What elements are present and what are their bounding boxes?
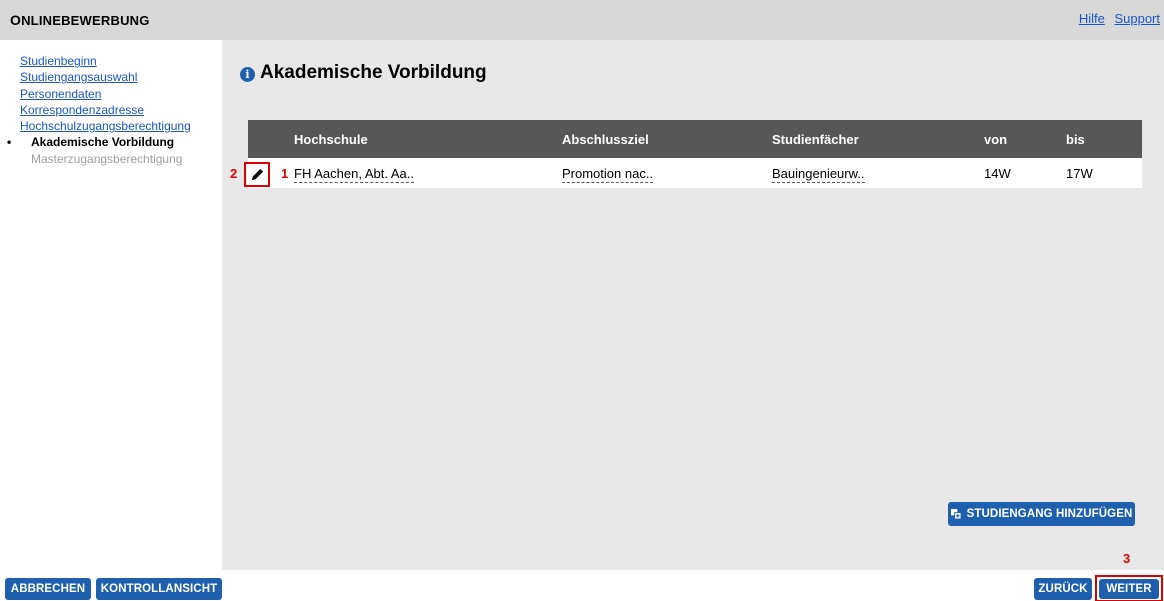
pencil-icon [251, 168, 263, 181]
header-links: Hilfe Support [1073, 11, 1160, 26]
cancel-button[interactable]: Abbrechen [5, 578, 91, 600]
back-button[interactable]: Zurück [1034, 578, 1092, 600]
cell-studienfaecher[interactable]: Bauingenieurw.. [772, 165, 865, 183]
sidebar-item-korrespondenzadresse[interactable]: Korrespondenzadresse [20, 102, 222, 118]
main-content: i Akademische Vorbildung Hochschule Absc… [222, 40, 1164, 570]
cell-von: 14W [984, 165, 1011, 181]
info-icon[interactable]: i [240, 66, 255, 82]
page-title: i Akademische Vorbildung [240, 62, 487, 84]
sidebar-item-studienbeginn[interactable]: Studienbeginn [20, 53, 222, 69]
sidebar-item-studiengangsauswahl[interactable]: Studiengangsauswahl [20, 69, 222, 85]
col-header-bis: bis [1066, 131, 1085, 147]
education-table: Hochschule Abschlussziel Studienfächer v… [248, 120, 1142, 188]
sidebar-item-akademische-vorbildung: Akademische Vorbildung [7, 134, 222, 151]
sidebar-nav: Studienbeginn Studiengangsauswahl Person… [0, 40, 222, 570]
cell-hochschule[interactable]: FH Aachen, Abt. Aa.. [294, 165, 414, 183]
app-title: Onlinebewerbung [10, 12, 150, 28]
col-header-abschlussziel: Abschlussziel [562, 131, 649, 147]
support-link[interactable]: Support [1114, 11, 1160, 26]
col-header-hochschule: Hochschule [294, 131, 368, 147]
row-number: 1 [281, 165, 289, 181]
page-title-text: Akademische Vorbildung [260, 62, 487, 83]
cell-abschlussziel[interactable]: Promotion nac.. [562, 165, 654, 183]
table-row: 1 FH Aachen, Abt. Aa.. Promotion nac.. B… [248, 158, 1142, 188]
table-header-row: Hochschule Abschlussziel Studienfächer v… [248, 120, 1142, 158]
add-icon [950, 509, 961, 519]
sidebar-item-hochschulzugangsberechtigung[interactable]: Hochschulzugangsberechtigung [20, 118, 222, 134]
review-button[interactable]: Kontrollansicht [96, 578, 222, 600]
sidebar-item-masterzugangsberechtigung: Masterzugangsberechtigung [31, 151, 183, 166]
edit-button[interactable] [244, 162, 270, 187]
annotation-next-marker: 3 [1123, 551, 1131, 566]
add-study-program-button[interactable]: Studiengang hinzufügen [948, 502, 1135, 526]
col-header-von: von [984, 131, 1008, 147]
col-header-studienfaecher: Studienfächer [772, 131, 859, 147]
sidebar-item-personendaten[interactable]: Personendaten [20, 86, 222, 102]
next-button[interactable]: Weiter [1099, 579, 1159, 599]
help-link[interactable]: Hilfe [1079, 11, 1105, 26]
add-button-label: Studiengang hinzufügen [966, 508, 1133, 520]
cell-bis: 17W [1066, 165, 1093, 181]
app-header: Onlinebewerbung Hilfe Support [0, 0, 1164, 40]
annotation-edit-marker: 2 [230, 166, 238, 181]
